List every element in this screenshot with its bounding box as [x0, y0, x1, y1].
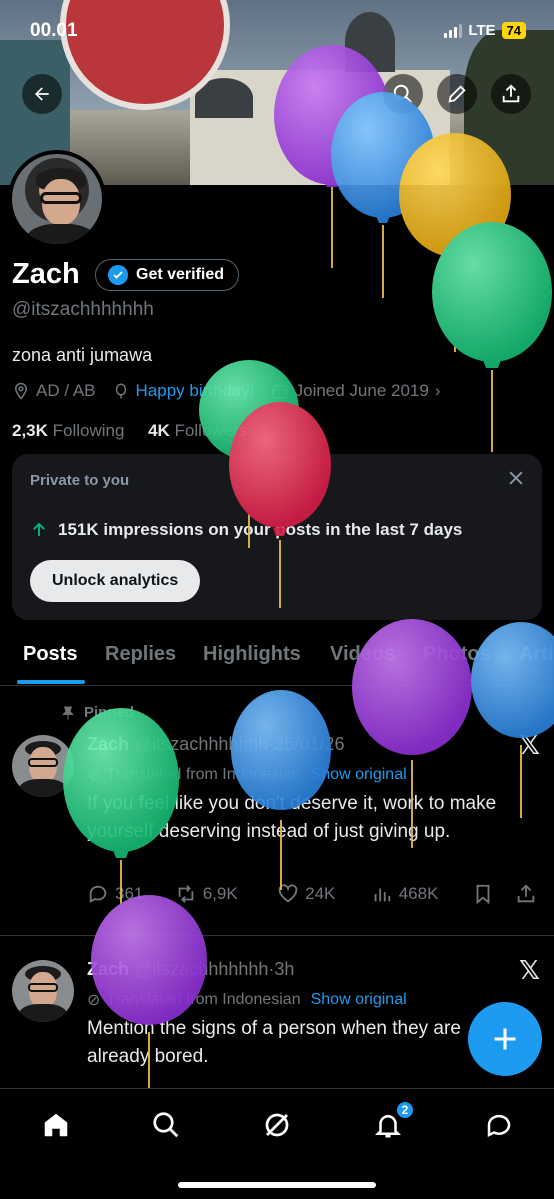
translation-row: ⊘ Translated from Indonesian Show origin…	[87, 765, 407, 785]
translated-text: Translated from Indonesian	[106, 991, 301, 1008]
location-text: AD / AB	[36, 381, 96, 400]
tab-articles[interactable]: Articles	[519, 643, 554, 666]
post-author-handle: @itszachhhhhhh	[134, 959, 269, 979]
pin-icon	[62, 706, 74, 720]
impressions-text: 151K impressions on your posts in the la…	[58, 520, 463, 539]
translate-icon: ⊘	[87, 767, 101, 784]
notification-badge: 2	[395, 1100, 415, 1120]
active-tab-indicator	[17, 680, 85, 684]
x-logo-icon: 𝕏	[519, 730, 540, 760]
impressions-row: 151K impressions on your posts in the la…	[30, 520, 462, 540]
post-avatar[interactable]	[12, 735, 74, 797]
bookmark-icon	[476, 884, 490, 905]
tab-posts[interactable]: Posts	[23, 643, 77, 666]
post-author-name[interactable]: Zach	[87, 959, 129, 979]
birthday-link[interactable]: Happy birthday!	[136, 381, 255, 401]
translate-icon: ⊘	[87, 992, 101, 1009]
repost-button[interactable]: 6,9K	[175, 883, 277, 905]
grok-icon	[265, 1113, 289, 1137]
share-icon	[502, 84, 520, 103]
compose-post-button[interactable]	[468, 1002, 542, 1076]
edit-button[interactable]	[437, 74, 477, 114]
show-original-link[interactable]: Show original	[311, 766, 407, 784]
plus-icon	[494, 1028, 516, 1050]
balloon	[432, 222, 552, 362]
views-button[interactable]: 468K	[371, 883, 472, 905]
battery-icon: 74	[501, 22, 526, 39]
back-arrow-icon	[35, 87, 49, 101]
nav-messages[interactable]	[481, 1107, 517, 1143]
pencil-icon	[448, 85, 466, 103]
views-icon	[374, 888, 390, 902]
share-button[interactable]	[491, 74, 531, 114]
nav-home[interactable]	[38, 1107, 74, 1143]
network-label: LTE	[468, 22, 496, 39]
post-time: 3h	[274, 959, 295, 979]
profile-meta: AD / AB Happy birthday! Joined June 2019…	[12, 381, 441, 401]
profile-name: Zach	[12, 258, 80, 290]
like-button[interactable]: 24K	[277, 883, 371, 905]
following-link[interactable]: 2,3K Following	[12, 421, 124, 440]
share-icon	[517, 884, 535, 903]
reply-icon	[89, 885, 107, 903]
post-header: Zach @itszachhhhhhh·3h	[87, 959, 295, 979]
home-icon	[44, 1113, 68, 1137]
post-header: Zach @itszachhhhhhh·25/01/26	[87, 734, 345, 754]
nav-grok[interactable]	[259, 1107, 295, 1143]
reply-button[interactable]: 361	[87, 883, 175, 905]
verified-badge-icon	[108, 265, 128, 285]
nav-search[interactable]	[148, 1107, 184, 1143]
post-avatar[interactable]	[12, 960, 74, 1022]
post-author-handle: @itszachhhhhhh	[134, 734, 269, 754]
status-bar: 00.01 LTE 74	[0, 16, 554, 50]
status-time: 00.01	[30, 20, 78, 41]
repost-icon	[178, 885, 194, 903]
tab-highlights[interactable]: Highlights	[203, 643, 301, 666]
calendar-icon	[272, 384, 288, 399]
close-icon[interactable]	[506, 468, 526, 493]
search-icon	[393, 84, 412, 103]
tab-photos[interactable]: Photos	[423, 643, 491, 666]
x-logo-icon: 𝕏	[519, 955, 540, 985]
profile-bio: zona anti jumawa	[12, 345, 153, 365]
unlock-analytics-button[interactable]: Unlock analytics	[30, 560, 201, 602]
search-icon	[153, 1112, 179, 1138]
follow-stats: 2,3K Following 4K Followers	[12, 421, 247, 441]
private-analytics-card: Private to you 151K impressions on your …	[12, 454, 542, 620]
post-text[interactable]: If you feel like you don't deserve it, w…	[87, 790, 527, 846]
bookmark-button[interactable]	[472, 883, 515, 905]
profile-handle: @itszachhhhhhh	[12, 299, 154, 320]
tab-videos[interactable]: Videos	[330, 643, 395, 666]
translation-row: ⊘ Translated from Indonesian Show origin…	[87, 990, 407, 1010]
get-verified-label: Get verified	[136, 266, 225, 283]
balloon-icon	[115, 383, 126, 399]
chat-icon	[487, 1114, 511, 1138]
followers-link[interactable]: 4K Followers	[148, 421, 247, 440]
show-original-link[interactable]: Show original	[311, 991, 407, 1009]
tab-replies[interactable]: Replies	[105, 643, 176, 666]
share-post-button[interactable]	[515, 883, 537, 905]
home-indicator	[178, 1182, 376, 1188]
heart-icon	[278, 884, 298, 903]
signal-icon	[444, 23, 463, 38]
post-time: 25/01/26	[274, 734, 345, 754]
card-title: Private to you	[30, 472, 130, 489]
post-text[interactable]: Mention the signs of a person when they …	[87, 1015, 477, 1071]
balloon	[199, 360, 299, 460]
chevron-right-icon[interactable]: ›	[435, 381, 441, 401]
post-actions: 361 6,9K 24K 468K	[87, 883, 537, 905]
get-verified-button[interactable]: Get verified	[95, 259, 240, 291]
location-icon	[14, 382, 28, 400]
translated-text: Translated from Indonesian	[106, 766, 301, 783]
profile-avatar[interactable]	[8, 150, 106, 248]
back-button[interactable]	[22, 74, 62, 114]
pinned-label-row: Pinned	[60, 704, 134, 721]
arrow-up-icon	[33, 522, 45, 536]
status-right: LTE 74	[444, 22, 526, 39]
pinned-text: Pinned	[84, 704, 135, 721]
joined-text: Joined June 2019	[294, 381, 429, 400]
post-author-name[interactable]: Zach	[87, 734, 129, 754]
post-divider	[0, 935, 554, 936]
search-button[interactable]	[383, 74, 423, 114]
